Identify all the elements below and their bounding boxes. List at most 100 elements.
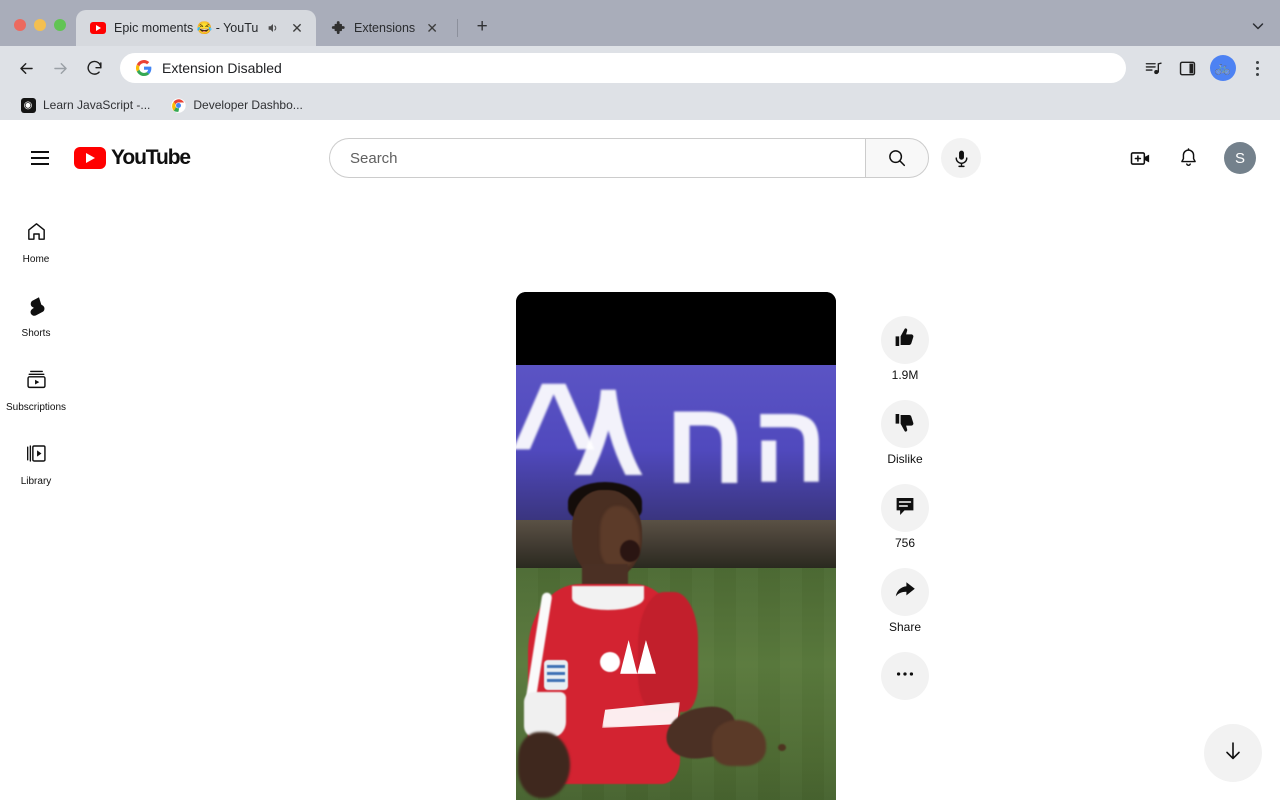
- youtube-page: YouTube Search S Home Shorts Subscriptio…: [0, 120, 1280, 800]
- thumbs-down-icon: [893, 410, 917, 439]
- jersey-collar: [572, 586, 644, 610]
- youtube-play-icon: [74, 147, 106, 169]
- tab-title: Epic moments 😂 - YouTub: [114, 20, 258, 35]
- sidebar-item-library[interactable]: Library: [0, 426, 72, 500]
- account-avatar[interactable]: S: [1224, 142, 1256, 174]
- dislike-label: Dislike: [887, 452, 923, 466]
- player-arm-left: [518, 732, 570, 798]
- arrow-down-icon: [1221, 739, 1245, 768]
- shorts-area: ^ ٨ ח ה 1.9M Dislike 756 Share: [72, 196, 1280, 800]
- tab-title: Extensions: [354, 21, 416, 35]
- address-bar-text: Extension Disabled: [162, 60, 282, 76]
- new-tab-button[interactable]: +: [468, 13, 496, 41]
- comments-button[interactable]: [881, 484, 929, 532]
- shorts-player-column: ^ ٨ ח ה: [516, 292, 836, 800]
- voice-search-button[interactable]: [941, 138, 981, 178]
- back-button[interactable]: [10, 52, 42, 84]
- sidebar-item-shorts[interactable]: Shorts: [0, 278, 72, 352]
- bookmarks-bar: ◉ Learn JavaScript -... Developer Dashbo…: [0, 90, 1280, 120]
- tab-divider: [457, 19, 459, 37]
- minimize-window-button[interactable]: [34, 19, 46, 31]
- youtube-logo[interactable]: YouTube: [74, 146, 191, 170]
- bookmark-item[interactable]: ◉ Learn JavaScript -...: [12, 94, 158, 116]
- search-area: Search: [190, 138, 1120, 178]
- chevron-down-icon[interactable]: [1250, 18, 1266, 34]
- javascript-book-icon: ◉: [20, 97, 36, 113]
- like-count: 1.9M: [891, 368, 919, 382]
- sidebar-item-subscriptions[interactable]: Subscriptions: [0, 352, 72, 426]
- subscriptions-icon: [25, 368, 48, 396]
- youtube-header: YouTube Search S: [0, 120, 1280, 196]
- close-tab-button[interactable]: ✕: [288, 19, 306, 37]
- share-action[interactable]: Share: [881, 568, 929, 634]
- video-background-banner: ^ ٨ ח ה: [516, 365, 836, 520]
- bookmark-label: Learn JavaScript -...: [43, 98, 151, 112]
- video-letterbox-top: [516, 292, 836, 365]
- player-hand-right: [712, 720, 766, 766]
- shorts-video-player[interactable]: ^ ٨ ח ה: [516, 292, 836, 800]
- pitch-speck: [778, 744, 786, 751]
- sidebar-item-home[interactable]: Home: [0, 204, 72, 278]
- music-list-icon[interactable]: [1138, 53, 1168, 83]
- sidebar-label: Home: [22, 253, 50, 265]
- google-g-icon: [136, 60, 152, 76]
- jersey-brand-mark: [600, 652, 620, 672]
- share-button[interactable]: [881, 568, 929, 616]
- more-icon: [894, 663, 916, 690]
- next-video-button[interactable]: [1204, 724, 1262, 782]
- thumbs-up-icon: [893, 326, 917, 355]
- share-icon: [893, 578, 917, 607]
- search-bar: Search: [329, 138, 929, 178]
- comment-icon: [893, 494, 917, 523]
- library-icon: [25, 442, 48, 470]
- reload-button[interactable]: [78, 52, 110, 84]
- close-window-button[interactable]: [14, 19, 26, 31]
- sidebar-label: Shorts: [21, 327, 51, 339]
- close-tab-button[interactable]: ✕: [423, 19, 441, 37]
- video-stadium-wall: [516, 520, 836, 568]
- jersey-badge: [544, 660, 568, 690]
- profile-avatar[interactable]: 🚲: [1210, 55, 1236, 81]
- address-bar[interactable]: Extension Disabled: [120, 53, 1126, 83]
- like-action[interactable]: 1.9M: [881, 316, 929, 382]
- header-actions: S: [1120, 138, 1264, 178]
- player-mouth: [620, 540, 640, 562]
- side-panel-icon[interactable]: [1172, 53, 1202, 83]
- share-label: Share: [888, 620, 922, 634]
- search-input[interactable]: Search: [329, 138, 865, 178]
- mini-sidebar: Home Shorts Subscriptions Library: [0, 196, 72, 800]
- comments-action[interactable]: 756: [881, 484, 929, 550]
- shorts-action-rail: 1.9M Dislike 756 Share: [872, 316, 938, 710]
- comment-count: 756: [894, 536, 916, 550]
- shorts-icon: [25, 294, 48, 322]
- tab-strip: Epic moments 😂 - YouTub ✕ Extensions ✕ +: [0, 0, 1280, 46]
- bookmark-item[interactable]: Developer Dashbo...: [162, 94, 310, 116]
- browser-toolbar: Extension Disabled 🚲: [0, 46, 1280, 90]
- tab-extensions[interactable]: Extensions ✕: [316, 10, 451, 46]
- dislike-button[interactable]: [881, 400, 929, 448]
- window-controls: [8, 19, 76, 46]
- sidebar-label: Subscriptions: [5, 401, 67, 413]
- chrome-icon: [170, 97, 186, 113]
- create-video-icon[interactable]: [1120, 138, 1160, 178]
- like-button[interactable]: [881, 316, 929, 364]
- sidebar-label: Library: [20, 475, 52, 487]
- youtube-body: Home Shorts Subscriptions Library ^ ٨ ח …: [0, 196, 1280, 800]
- search-button[interactable]: [865, 138, 929, 178]
- more-button[interactable]: [881, 652, 929, 700]
- notifications-bell-icon[interactable]: [1168, 138, 1208, 178]
- youtube-logo-text: YouTube: [111, 146, 191, 169]
- speaker-icon[interactable]: [266, 21, 280, 35]
- puzzle-icon: [330, 20, 346, 36]
- tab-youtube[interactable]: Epic moments 😂 - YouTub ✕: [76, 10, 316, 46]
- youtube-icon: [90, 20, 106, 36]
- bookmark-label: Developer Dashbo...: [193, 98, 303, 112]
- chrome-menu-button[interactable]: [1244, 60, 1270, 76]
- maximize-window-button[interactable]: [54, 19, 66, 31]
- more-action[interactable]: [881, 652, 929, 700]
- dislike-action[interactable]: Dislike: [881, 400, 929, 466]
- guide-menu-icon[interactable]: [20, 138, 60, 178]
- forward-button[interactable]: [44, 52, 76, 84]
- home-icon: [25, 220, 48, 248]
- browser-window: Epic moments 😂 - YouTub ✕ Extensions ✕ +: [0, 0, 1280, 800]
